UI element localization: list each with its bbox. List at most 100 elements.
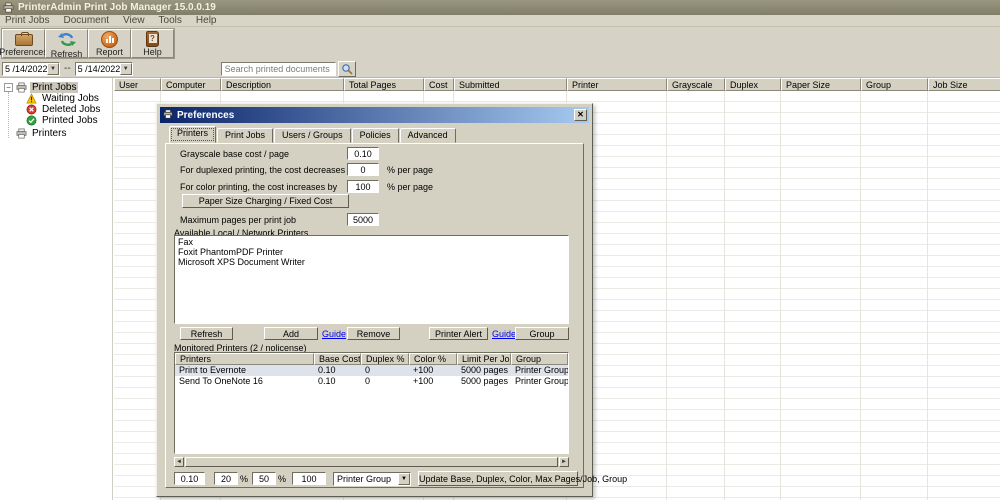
menu-help[interactable]: Help: [196, 15, 217, 26]
menu-print-jobs[interactable]: Print Jobs: [5, 15, 49, 26]
monitored-printers-table: Printers Base Cost Duplex % Color % Limi…: [174, 352, 569, 454]
tab-printers[interactable]: Printers: [169, 126, 217, 143]
color-surcharge-row: For color printing, the cost increases b…: [180, 180, 433, 193]
date-to-picker[interactable]: 5 /14/2022 ▼: [74, 61, 133, 76]
column-total-pages[interactable]: Total Pages: [344, 78, 424, 91]
duplex-discount-field[interactable]: [347, 163, 379, 176]
column-computer[interactable]: Computer: [161, 78, 221, 91]
update-settings-button[interactable]: Update Base, Duplex, Color, Max Pages/Jo…: [418, 471, 627, 486]
tree-item-printers[interactable]: − Printers: [0, 128, 112, 139]
search-button[interactable]: [337, 60, 356, 77]
update-duplex-field[interactable]: [214, 472, 238, 485]
report-icon: [100, 31, 120, 48]
col-base-cost[interactable]: Base Cost: [314, 353, 361, 365]
table-row[interactable]: Send To OneNote 16 0.10 0 +100 5000 page…: [175, 376, 568, 387]
chevron-down-icon[interactable]: ▼: [119, 62, 132, 75]
list-item[interactable]: Fax: [178, 237, 568, 247]
tree-item-deleted-jobs[interactable]: Deleted Jobs: [0, 104, 112, 115]
menu-document[interactable]: Document: [63, 15, 109, 26]
toolbar: Preferences Refresh Report ? Help: [0, 27, 1000, 60]
alert-guide-link[interactable]: Guide: [492, 329, 516, 339]
toolbar-button-group: Preferences Refresh Report ? Help: [0, 28, 175, 59]
add-printer-button[interactable]: Add: [264, 327, 318, 340]
tab-print-jobs[interactable]: Print Jobs: [217, 128, 274, 143]
date-to-value: 5 /14/2022: [77, 63, 121, 74]
column-printer[interactable]: Printer: [567, 78, 667, 91]
app-icon: [3, 2, 14, 13]
column-user[interactable]: User: [114, 78, 161, 91]
menu-tools[interactable]: Tools: [159, 15, 182, 26]
dialog-tabs: Printers Print Jobs Users / Groups Polic…: [169, 126, 457, 143]
close-icon[interactable]: ✕: [574, 109, 587, 121]
refresh-printers-button[interactable]: Refresh: [180, 327, 233, 340]
help-icon: ?: [143, 31, 163, 47]
refresh-button[interactable]: Refresh: [45, 29, 88, 59]
tab-users-groups[interactable]: Users / Groups: [274, 128, 351, 143]
tree-collapse-icon[interactable]: −: [4, 83, 13, 92]
report-button[interactable]: Report: [88, 29, 131, 58]
column-grayscale[interactable]: Grayscale: [667, 78, 725, 91]
column-cost[interactable]: Cost: [424, 78, 454, 91]
help-button[interactable]: ? Help: [131, 29, 174, 58]
column-paper-size[interactable]: Paper Size: [781, 78, 861, 91]
dialog-titlebar[interactable]: Preferences ✕: [160, 107, 589, 123]
update-base-field[interactable]: [174, 472, 205, 485]
filter-bar: 5 /14/2022 ▼ -- 5 /14/2022 ▼: [0, 60, 1000, 78]
search-area: [220, 60, 356, 77]
group-button[interactable]: Group: [515, 327, 569, 340]
menu-view[interactable]: View: [123, 15, 145, 26]
scroll-right-icon[interactable]: ►: [559, 457, 569, 467]
printers-tab-panel: Grayscale base cost / page For duplexed …: [165, 143, 627, 488]
column-job-size[interactable]: Job Size: [928, 78, 1000, 91]
available-printers-list[interactable]: Fax Foxit PhantomPDF Printer Microsoft X…: [174, 235, 569, 324]
duplex-discount-row: For duplexed printing, the cost decrease…: [180, 163, 433, 176]
col-color-pct[interactable]: Color %: [409, 353, 457, 365]
printer-alert-button[interactable]: Printer Alert: [429, 327, 488, 340]
tab-policies[interactable]: Policies: [351, 128, 399, 143]
column-duplex[interactable]: Duplex: [725, 78, 781, 91]
refresh-icon: [57, 31, 77, 48]
chevron-down-icon[interactable]: ▼: [47, 62, 59, 75]
scrollbar-thumb[interactable]: [185, 457, 558, 467]
horizontal-scrollbar[interactable]: ◄ ►: [174, 457, 569, 467]
percent-label: %: [278, 473, 287, 484]
column-group[interactable]: Group: [861, 78, 928, 91]
tab-advanced[interactable]: Advanced: [399, 128, 456, 143]
tree-item-waiting-jobs[interactable]: Waiting Jobs: [0, 93, 112, 104]
search-input[interactable]: [220, 61, 336, 76]
col-group[interactable]: Group: [511, 353, 568, 365]
printed-icon: [26, 115, 37, 126]
chevron-down-icon[interactable]: ▼: [398, 472, 411, 485]
deleted-icon: [26, 104, 37, 115]
column-description[interactable]: Description: [221, 78, 344, 91]
update-max-field[interactable]: [292, 472, 327, 485]
update-color-field[interactable]: [252, 472, 277, 485]
paper-size-charging-button[interactable]: Paper Size Charging / Fixed Cost: [182, 194, 349, 208]
remove-printer-button[interactable]: Remove: [347, 327, 400, 340]
window-titlebar: PrinterAdmin Print Job Manager 15.0.0.19: [0, 0, 1000, 15]
search-icon: [341, 63, 353, 75]
table-row[interactable]: Print to Evernote 0.10 0 +100 5000 pages…: [175, 365, 568, 376]
group-select[interactable]: Printer Group ▼: [333, 471, 412, 486]
column-submitted[interactable]: Submitted: [454, 78, 567, 91]
list-item[interactable]: Microsoft XPS Document Writer: [178, 257, 568, 267]
percent-label: %: [240, 473, 249, 484]
preferences-button[interactable]: Preferences: [0, 29, 48, 58]
app-window: PrinterAdmin Print Job Manager 15.0.0.19…: [0, 0, 1000, 500]
col-duplex-pct[interactable]: Duplex %: [361, 353, 409, 365]
tree-item-print-jobs[interactable]: − Print Jobs: [0, 82, 112, 93]
col-printers[interactable]: Printers: [175, 353, 314, 365]
tree-item-printed-jobs[interactable]: Printed Jobs: [0, 115, 112, 126]
color-surcharge-field[interactable]: [347, 180, 379, 193]
max-pages-row: Maximum pages per print job: [180, 213, 379, 226]
preferences-dialog: Preferences ✕ Printers Print Jobs Users …: [156, 103, 627, 497]
window-title: PrinterAdmin Print Job Manager 15.0.0.19: [18, 2, 216, 13]
list-item[interactable]: Foxit PhantomPDF Printer: [178, 247, 568, 257]
col-limit-per-job[interactable]: Limit Per Job: [457, 353, 511, 365]
grayscale-cost-field[interactable]: [347, 147, 379, 160]
date-range-separator: --: [64, 63, 71, 74]
scroll-left-icon[interactable]: ◄: [174, 457, 184, 467]
max-pages-field[interactable]: [347, 213, 379, 226]
date-from-picker[interactable]: 5 /14/2022 ▼: [2, 61, 60, 76]
add-guide-link[interactable]: Guide: [322, 329, 346, 339]
